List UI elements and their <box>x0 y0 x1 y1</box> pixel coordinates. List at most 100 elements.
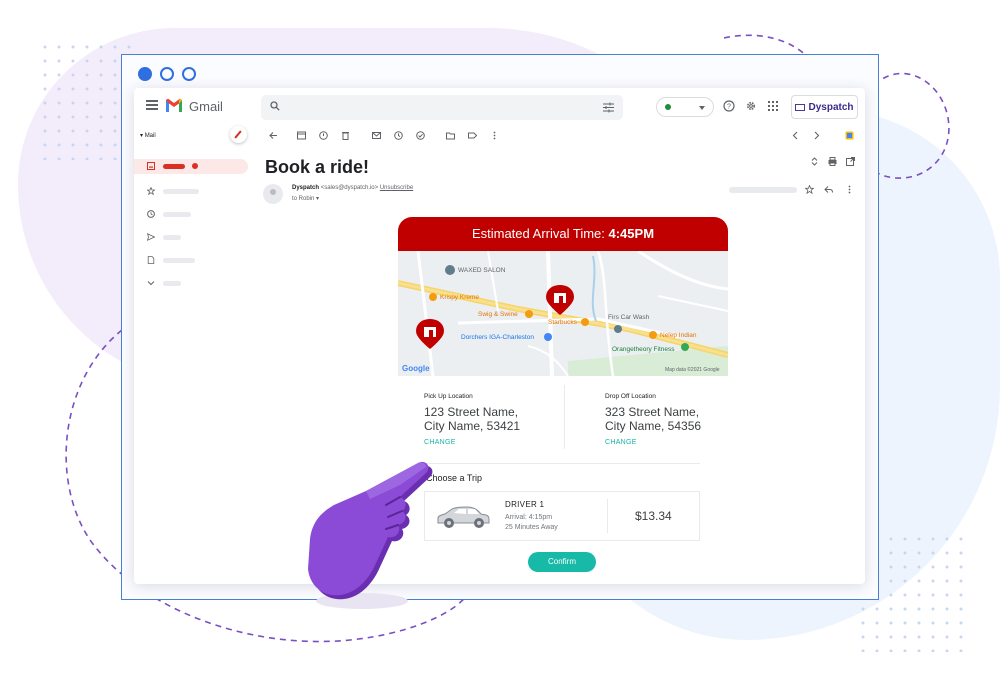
unread-indicator <box>192 163 198 169</box>
confirm-button[interactable]: Confirm <box>528 552 596 572</box>
envelope-icon <box>795 103 806 111</box>
active-status-dot <box>665 104 671 110</box>
menu-icon[interactable] <box>146 100 158 110</box>
expand-all-icon[interactable] <box>810 157 819 166</box>
move-to-icon[interactable] <box>446 131 455 140</box>
add-task-icon[interactable] <box>416 131 425 140</box>
place-pin-icon <box>544 333 552 341</box>
open-new-window-icon[interactable] <box>846 157 855 166</box>
dropoff-address: 323 Street Name, City Name, 54356 <box>605 405 702 433</box>
map-place-label: Firs Car Wash <box>608 314 650 321</box>
draft-icon <box>147 256 155 264</box>
brand-label: Dyspatch <box>808 101 854 113</box>
place-pin-icon <box>649 331 657 339</box>
delete-icon[interactable] <box>341 131 350 140</box>
dropoff-label: Drop Off Location <box>605 393 656 400</box>
report-spam-icon[interactable] <box>319 131 328 140</box>
sender-line: Dyspatch <sales@dyspatch.io> Unsubscribe <box>292 185 413 191</box>
status-selector[interactable] <box>656 97 714 117</box>
search-icon <box>270 101 280 111</box>
expand-more-icon <box>147 281 155 286</box>
send-icon <box>147 233 155 241</box>
eta-time: 4:45PM <box>608 226 655 241</box>
window-close-dot[interactable] <box>138 67 152 81</box>
sidebar-label-placeholder <box>163 235 181 240</box>
sidebar-item-sent[interactable] <box>134 230 248 245</box>
side-panel-icon[interactable] <box>845 131 854 140</box>
pickup-address: 123 Street Name, City Name, 53421 <box>424 405 521 433</box>
sidebar-item-more[interactable] <box>134 276 248 291</box>
sidebar-item-snoozed[interactable] <box>134 207 248 222</box>
dyspatch-account-button[interactable]: Dyspatch <box>791 95 858 119</box>
email-subject: Book a ride! <box>265 157 370 177</box>
gmail-window: Gmail ? Dyspatch ▾ Mail Book a ride! Dys… <box>134 88 865 584</box>
minutes-away: 25 Minutes Away <box>505 524 558 531</box>
star-icon[interactable] <box>805 185 814 194</box>
snooze-icon[interactable] <box>394 131 403 140</box>
window-controls <box>138 67 196 81</box>
place-pin-icon <box>581 318 589 326</box>
section-divider <box>424 463 700 464</box>
map-place-label: Krispy Kreme <box>440 294 480 301</box>
sidebar-label-placeholder <box>163 258 195 263</box>
sidebar-label-placeholder <box>163 281 181 286</box>
sidebar-item-drafts[interactable] <box>134 253 248 268</box>
gmail-wordmark: Gmail <box>189 99 223 114</box>
more-vert-icon[interactable] <box>845 185 854 194</box>
window-maximize-dot[interactable] <box>182 67 196 81</box>
compose-pencil-icon[interactable] <box>230 126 247 143</box>
archive-icon[interactable] <box>297 131 306 140</box>
date-placeholder <box>729 187 797 193</box>
ride-booking-card: Estimated Arrival Time: 4:45PM WAXED SAL… <box>398 217 728 573</box>
apps-grid-icon[interactable] <box>767 100 779 112</box>
unsubscribe-link[interactable]: Unsubscribe <box>380 185 413 191</box>
trip-option[interactable]: DRIVER 1 Arrival: 4:15pm 25 Minutes Away… <box>424 491 700 541</box>
dropoff-change-link[interactable]: CHANGE <box>605 439 715 446</box>
older-chevron-icon[interactable] <box>812 131 821 140</box>
gmail-header: Gmail ? Dyspatch <box>134 88 865 126</box>
svg-text:?: ? <box>727 104 731 111</box>
help-icon[interactable]: ? <box>723 100 735 112</box>
reply-icon[interactable] <box>824 185 833 194</box>
place-pin-icon <box>614 325 622 333</box>
recipient-line[interactable]: to Robin ▾ <box>292 195 319 202</box>
trip-divider <box>607 499 608 533</box>
search-options-icon[interactable] <box>603 102 614 113</box>
eta-banner: Estimated Arrival Time: 4:45PM <box>398 217 728 251</box>
newer-chevron-icon[interactable] <box>791 131 800 140</box>
pickup-label: Pick Up Location <box>424 393 473 400</box>
sidebar-item-inbox[interactable] <box>134 159 248 174</box>
clock-icon <box>147 210 155 218</box>
sidebar-item-starred[interactable] <box>134 184 248 199</box>
sender-name: Dyspatch <box>292 185 320 191</box>
map-place-label: Orangetheory Fitness <box>612 346 675 353</box>
place-pin-icon <box>429 293 437 301</box>
pointing-hand-icon <box>308 461 433 609</box>
back-arrow-icon[interactable] <box>269 131 278 140</box>
window-minimize-dot[interactable] <box>160 67 174 81</box>
sidebar-label-placeholder <box>163 164 185 169</box>
sender-address: <sales@dyspatch.io> <box>320 185 379 191</box>
place-pin-icon <box>681 343 689 351</box>
car-icon <box>437 506 490 528</box>
place-pin-icon <box>445 265 455 275</box>
chevron-down-icon <box>699 106 705 110</box>
print-icon[interactable] <box>828 157 837 166</box>
place-pin-icon <box>525 310 533 318</box>
driver-name: DRIVER 1 <box>505 500 545 509</box>
mail-section-label[interactable]: ▾ Mail <box>140 132 156 139</box>
route-map[interactable]: WAXED SALON Krispy Kreme Swig & Swine St… <box>398 251 728 376</box>
settings-gear-icon[interactable] <box>745 100 757 112</box>
pickup-change-link[interactable]: CHANGE <box>424 439 534 446</box>
more-vert-icon[interactable] <box>490 131 499 140</box>
sidebar-label-placeholder <box>163 189 199 194</box>
dropoff-location: Drop Off Location 323 Street Name, City … <box>605 393 715 446</box>
trip-price: $13.34 <box>635 509 672 523</box>
label-icon[interactable] <box>468 131 477 140</box>
search-input[interactable] <box>261 95 623 120</box>
sidebar-label-placeholder <box>163 212 191 217</box>
mark-unread-icon[interactable] <box>372 131 381 140</box>
map-place-label: Starbucks <box>548 319 577 326</box>
marketing-illustration: { "gmail": { "app_name": "Gmail", "sideb… <box>0 0 1000 675</box>
map-place-label: WAXED SALON <box>458 267 506 274</box>
